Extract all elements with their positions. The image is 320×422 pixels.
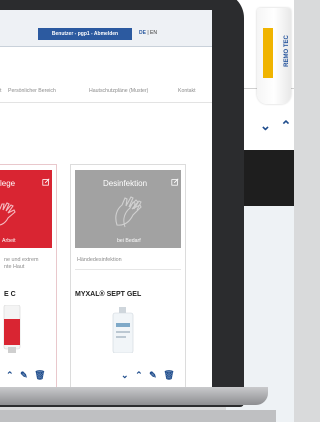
nav-item-skin-protection-plans[interactable]: Hautschutzpläne (Muster) xyxy=(89,88,148,94)
gloves-icon xyxy=(115,196,142,228)
product-image xyxy=(3,305,21,353)
nav-item-personal-area[interactable]: Persönlicher Bereich xyxy=(8,88,56,94)
card-category: ne und extrem nte Haut xyxy=(4,257,38,271)
laptop-screen: Benutzer - pgp1 - Abmelden DE | EN t Per… xyxy=(0,10,212,393)
product-card-care[interactable]: lege Arbeit ne und extrem nte Haut E C ⌃… xyxy=(0,164,57,393)
chevron-down-icon[interactable]: ⌄ xyxy=(260,118,271,133)
background-arrows[interactable]: ⌄ ⌃ xyxy=(260,118,291,134)
lang-separator: | xyxy=(147,30,149,36)
product-name: E C xyxy=(4,291,16,298)
pencil-icon[interactable]: ✎ xyxy=(149,370,157,381)
card-divider xyxy=(75,269,181,270)
nav-item-contact[interactable]: Kontakt xyxy=(178,88,196,94)
card-category-line: ne und extrem xyxy=(4,257,39,263)
main-nav: t Persönlicher Bereich Hautschutzpläne (… xyxy=(0,88,212,100)
card-header-disinfection: Desinfektion bei Bedarf xyxy=(75,170,181,248)
chevron-up-icon[interactable]: ⌃ xyxy=(6,370,14,381)
card-category-line: nte Haut xyxy=(4,264,25,270)
trash-icon[interactable]: 🗑 xyxy=(34,370,45,381)
card-actions: ⌄ ⌃ ✎ 🗑 xyxy=(121,370,179,381)
language-switch: DE | EN xyxy=(139,30,157,36)
card-category: Händedesinfektion xyxy=(77,257,122,263)
card-actions: ⌃ ✎ 🗑 xyxy=(6,370,50,381)
top-bar: Benutzer - pgp1 - Abmelden DE | EN xyxy=(0,10,212,46)
nav-divider xyxy=(0,102,212,103)
product-image xyxy=(112,307,134,353)
lang-en[interactable]: EN xyxy=(150,30,157,36)
edit-icon[interactable] xyxy=(42,178,50,186)
card-title: Desinfektion xyxy=(103,179,148,188)
laptop-base-shadow xyxy=(0,410,276,422)
card-header-care: lege Arbeit xyxy=(0,170,52,248)
gloves-icon xyxy=(0,202,16,226)
card-subtitle: Arbeit xyxy=(2,238,16,244)
user-bar[interactable]: Benutzer - pgp1 - Abmelden xyxy=(38,28,132,40)
background-product-label: REMO TEC xyxy=(283,35,290,67)
trash-icon[interactable]: 🗑 xyxy=(163,370,174,381)
product-band xyxy=(263,28,273,78)
lang-de[interactable]: DE xyxy=(139,30,146,36)
background-product-tube: REMO TEC xyxy=(257,8,291,104)
laptop-frame: Benutzer - pgp1 - Abmelden DE | EN t Per… xyxy=(0,0,268,407)
laptop-base xyxy=(0,387,268,405)
product-name: MYXAL® SEPT GEL xyxy=(75,291,142,298)
product-card-disinfection[interactable]: Desinfektion bei Bedarf Händedesinfektio… xyxy=(70,164,186,393)
nav-item-partial[interactable]: t xyxy=(0,88,1,94)
chevron-up-icon[interactable]: ⌃ xyxy=(281,118,292,133)
chevron-up-icon[interactable]: ⌃ xyxy=(135,370,143,381)
pencil-icon[interactable]: ✎ xyxy=(20,370,28,381)
chevron-down-icon[interactable]: ⌄ xyxy=(121,370,129,381)
edit-icon[interactable] xyxy=(171,178,179,186)
top-divider xyxy=(0,46,212,47)
card-title: lege xyxy=(0,179,16,188)
card-subtitle: bei Bedarf xyxy=(117,238,141,244)
